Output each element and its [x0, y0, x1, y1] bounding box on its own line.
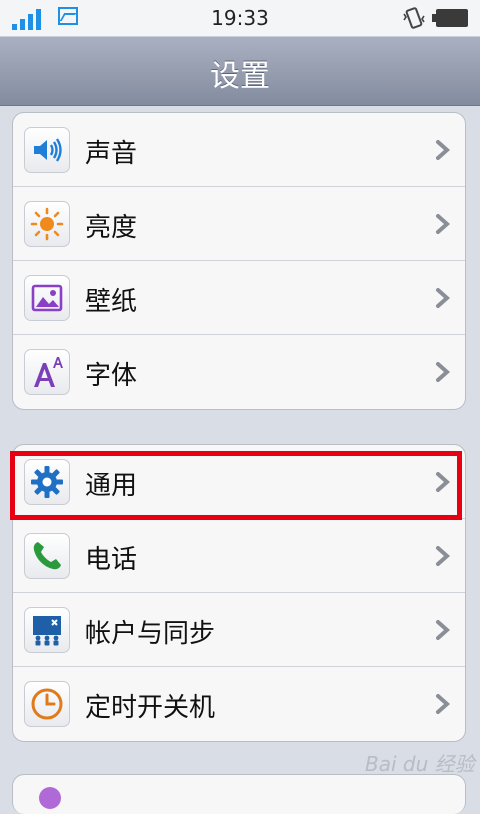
settings-item-label: 字体: [85, 361, 138, 391]
vibrate-icon: [403, 7, 425, 29]
settings-item-accounts-sync[interactable]: 帐户与同步: [13, 593, 465, 667]
settings-item-sound[interactable]: 声音: [13, 113, 465, 187]
chevron-right-icon: [436, 546, 451, 566]
phone-icon: [24, 533, 70, 579]
highlight-box: [10, 451, 462, 520]
settings-group-display: 声音 亮度 壁纸 字体: [12, 112, 466, 410]
watermark: Bai du 经验: [365, 752, 475, 776]
chevron-right-icon: [436, 362, 451, 382]
settings-item-label: 声音: [85, 139, 138, 169]
chevron-right-icon: [436, 140, 451, 160]
wallpaper-icon: [24, 275, 70, 321]
title-bar: 设置: [0, 37, 480, 106]
sun-icon: [24, 201, 70, 247]
battery-icon: [432, 9, 468, 27]
settings-item-phone[interactable]: 电话: [13, 519, 465, 593]
settings-item-label: 电话: [85, 545, 138, 575]
page-title: 设置: [210, 59, 270, 94]
font-icon: [24, 349, 70, 395]
settings-item-label: 定时开关机: [85, 693, 216, 723]
status-bar: 19:33: [0, 0, 480, 37]
settings-group-partial: [12, 774, 466, 814]
settings-item-wallpaper[interactable]: 壁纸: [13, 261, 465, 335]
settings-item-font[interactable]: 字体: [13, 335, 465, 409]
chevron-right-icon: [436, 214, 451, 234]
settings-item-brightness[interactable]: 亮度: [13, 187, 465, 261]
settings-item-label: 壁纸: [85, 287, 138, 317]
settings-item-label: 亮度: [85, 213, 138, 243]
chevron-right-icon: [436, 694, 451, 714]
settings-item-label: 帐户与同步: [85, 619, 216, 649]
speaker-icon: [24, 127, 70, 173]
partial-item-icon: [39, 787, 61, 809]
sync-icon: [24, 607, 70, 653]
clock-icon: [24, 681, 70, 727]
chevron-right-icon: [436, 288, 451, 308]
chevron-right-icon: [436, 620, 451, 640]
settings-item-scheduled-power[interactable]: 定时开关机: [13, 667, 465, 741]
